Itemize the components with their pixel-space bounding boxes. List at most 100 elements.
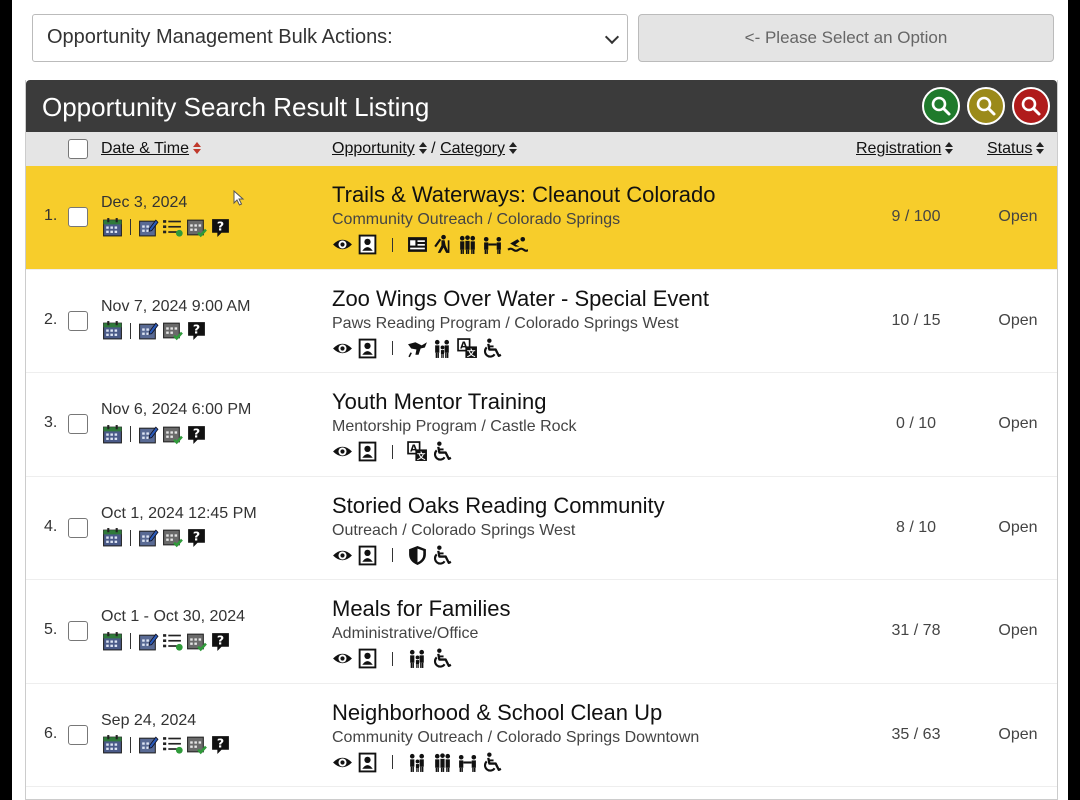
search-red-button[interactable]	[1012, 87, 1050, 125]
row-number: 5.	[44, 621, 58, 638]
eye-icon[interactable]	[332, 648, 353, 669]
search-gold-button[interactable]	[967, 87, 1005, 125]
help-icon[interactable]: ?	[186, 527, 207, 548]
calendar-check-icon[interactable]	[162, 320, 183, 341]
row-badges	[332, 648, 453, 669]
eye-icon[interactable]	[332, 752, 353, 773]
person-card-icon[interactable]	[357, 752, 378, 773]
table-row[interactable]: 5. Oct 1 - Oct 30, 2024? Meals for Familie…	[26, 580, 1057, 684]
svg-text:?: ?	[193, 322, 200, 337]
row-checkbox[interactable]	[68, 724, 88, 745]
row-date: Oct 1, 2024 12:45 PM	[101, 504, 257, 522]
sort-registration-link[interactable]: Registration	[856, 140, 954, 158]
calendar-check-icon[interactable]	[162, 527, 183, 548]
edit-calendar-icon[interactable]	[138, 424, 159, 445]
help-icon[interactable]: ?	[210, 217, 231, 238]
calendar-check-icon[interactable]	[186, 217, 207, 238]
calendar-check-icon[interactable]	[186, 631, 207, 652]
opportunity-title-link[interactable]: Neighborhood & School Clean Up	[332, 700, 662, 726]
svg-text:?: ?	[193, 529, 200, 544]
search-green-button[interactable]	[922, 87, 960, 125]
calendar-icon[interactable]	[102, 527, 123, 548]
row-checkbox[interactable]	[68, 207, 88, 227]
eye-icon[interactable]	[332, 338, 353, 359]
svg-text:文: 文	[467, 347, 476, 357]
row-checkbox[interactable]	[68, 621, 88, 641]
opportunity-title-link[interactable]: Youth Mentor Training	[332, 389, 546, 415]
opportunity-category: Administrative/Office	[332, 625, 479, 642]
badge-separator	[392, 237, 393, 252]
calendar-check-icon[interactable]	[162, 424, 183, 445]
table-row[interactable]: 2. Nov 7, 2024 9:00 AM? Zoo Wings Over Wat…	[26, 270, 1057, 373]
table-row[interactable]: 1. Dec 3, 2024? Trails & Waterways: Cleano…	[26, 166, 1057, 270]
chevron-down-icon	[604, 29, 620, 45]
family-icon	[432, 338, 453, 359]
calendar-check-icon[interactable]	[186, 734, 207, 755]
calendar-icon[interactable]	[102, 217, 123, 238]
calendar-icon[interactable]	[102, 631, 123, 652]
apply-bulk-action-button[interactable]: <- Please Select an Option	[638, 14, 1054, 62]
sort-category-link[interactable]: Category	[440, 140, 517, 157]
badge-separator	[392, 444, 393, 459]
help-icon[interactable]: ?	[210, 734, 231, 755]
opportunity-title-link[interactable]: Storied Oaks Reading Community	[332, 493, 665, 519]
select-all-checkbox[interactable]	[68, 139, 88, 159]
help-icon[interactable]: ?	[186, 320, 207, 341]
sort-opportunity-link[interactable]: Opportunity	[332, 140, 427, 157]
checklist-icon[interactable]	[162, 217, 183, 238]
checklist-icon[interactable]	[162, 734, 183, 755]
edit-calendar-icon[interactable]	[138, 527, 159, 548]
eye-icon[interactable]	[332, 234, 353, 255]
calendar-icon[interactable]	[102, 734, 123, 755]
eye-icon[interactable]	[332, 441, 353, 462]
row-checkbox[interactable]	[68, 517, 88, 538]
opportunity-title-link[interactable]: Zoo Wings Over Water - Special Event	[332, 286, 709, 312]
sort-icon	[509, 142, 517, 154]
eye-icon[interactable]	[332, 545, 353, 566]
results-panel: Opportunity Search Result Listing Date &…	[25, 80, 1058, 800]
edit-calendar-icon[interactable]	[138, 631, 159, 652]
help-icon[interactable]: ?	[186, 424, 207, 445]
row-number: 1.	[44, 207, 58, 224]
family-icon	[407, 752, 428, 773]
opportunity-category: Community Outreach / Colorado Springs	[332, 211, 621, 228]
row-checkbox[interactable]	[68, 414, 88, 434]
bulk-actions-select[interactable]: Opportunity Management Bulk Actions:	[32, 14, 628, 62]
help-icon[interactable]: ?	[210, 631, 231, 652]
registration-count: 10 / 15	[891, 311, 941, 329]
table-row[interactable]: 4. Oct 1, 2024 12:45 PM? Storied Oaks Read…	[26, 477, 1057, 580]
person-card-icon[interactable]	[357, 545, 378, 566]
edit-calendar-icon[interactable]	[138, 734, 159, 755]
person-card-icon[interactable]	[357, 441, 378, 462]
row-checkbox[interactable]	[68, 310, 88, 331]
language-icon: A文	[407, 441, 428, 462]
person-card-icon[interactable]	[357, 648, 378, 669]
calendar-icon[interactable]	[102, 424, 123, 445]
group-icon	[457, 234, 478, 255]
search-icon	[976, 96, 996, 116]
row-badges	[332, 545, 453, 566]
sort-date-link[interactable]: Date & Time	[101, 140, 202, 158]
panel-title: Opportunity Search Result Listing	[42, 92, 430, 122]
row-badges: A文	[332, 337, 503, 359]
opportunity-title-link[interactable]: Meals for Families	[332, 596, 510, 622]
registration-count: 9 / 100	[891, 208, 941, 225]
edit-calendar-icon[interactable]	[138, 320, 159, 341]
row-date: Sep 24, 2024	[101, 711, 197, 729]
person-card-icon[interactable]	[357, 338, 378, 359]
panel-header: Opportunity Search Result Listing	[26, 80, 1057, 132]
calendar-icon[interactable]	[102, 320, 123, 341]
row-actions: ?	[102, 216, 231, 238]
opportunity-column-label: Opportunity	[332, 140, 415, 157]
table-row[interactable]: 6. Sep 24, 2024? Neighborhood & School Cle…	[26, 684, 1057, 787]
person-card-icon[interactable]	[357, 234, 378, 255]
opportunity-title-link[interactable]: Trails & Waterways: Cleanout Colorado	[332, 182, 716, 208]
registration-column-label: Registration	[856, 140, 942, 157]
hiking-icon	[432, 234, 453, 255]
checklist-icon[interactable]	[162, 631, 183, 652]
edit-calendar-icon[interactable]	[138, 217, 159, 238]
wheelchair-icon	[432, 648, 453, 669]
table-row[interactable]: 3. Nov 6, 2024 6:00 PM? Youth Mentor Train…	[26, 373, 1057, 477]
badge-separator	[392, 341, 393, 355]
sort-status-link[interactable]: Status	[987, 140, 1045, 158]
